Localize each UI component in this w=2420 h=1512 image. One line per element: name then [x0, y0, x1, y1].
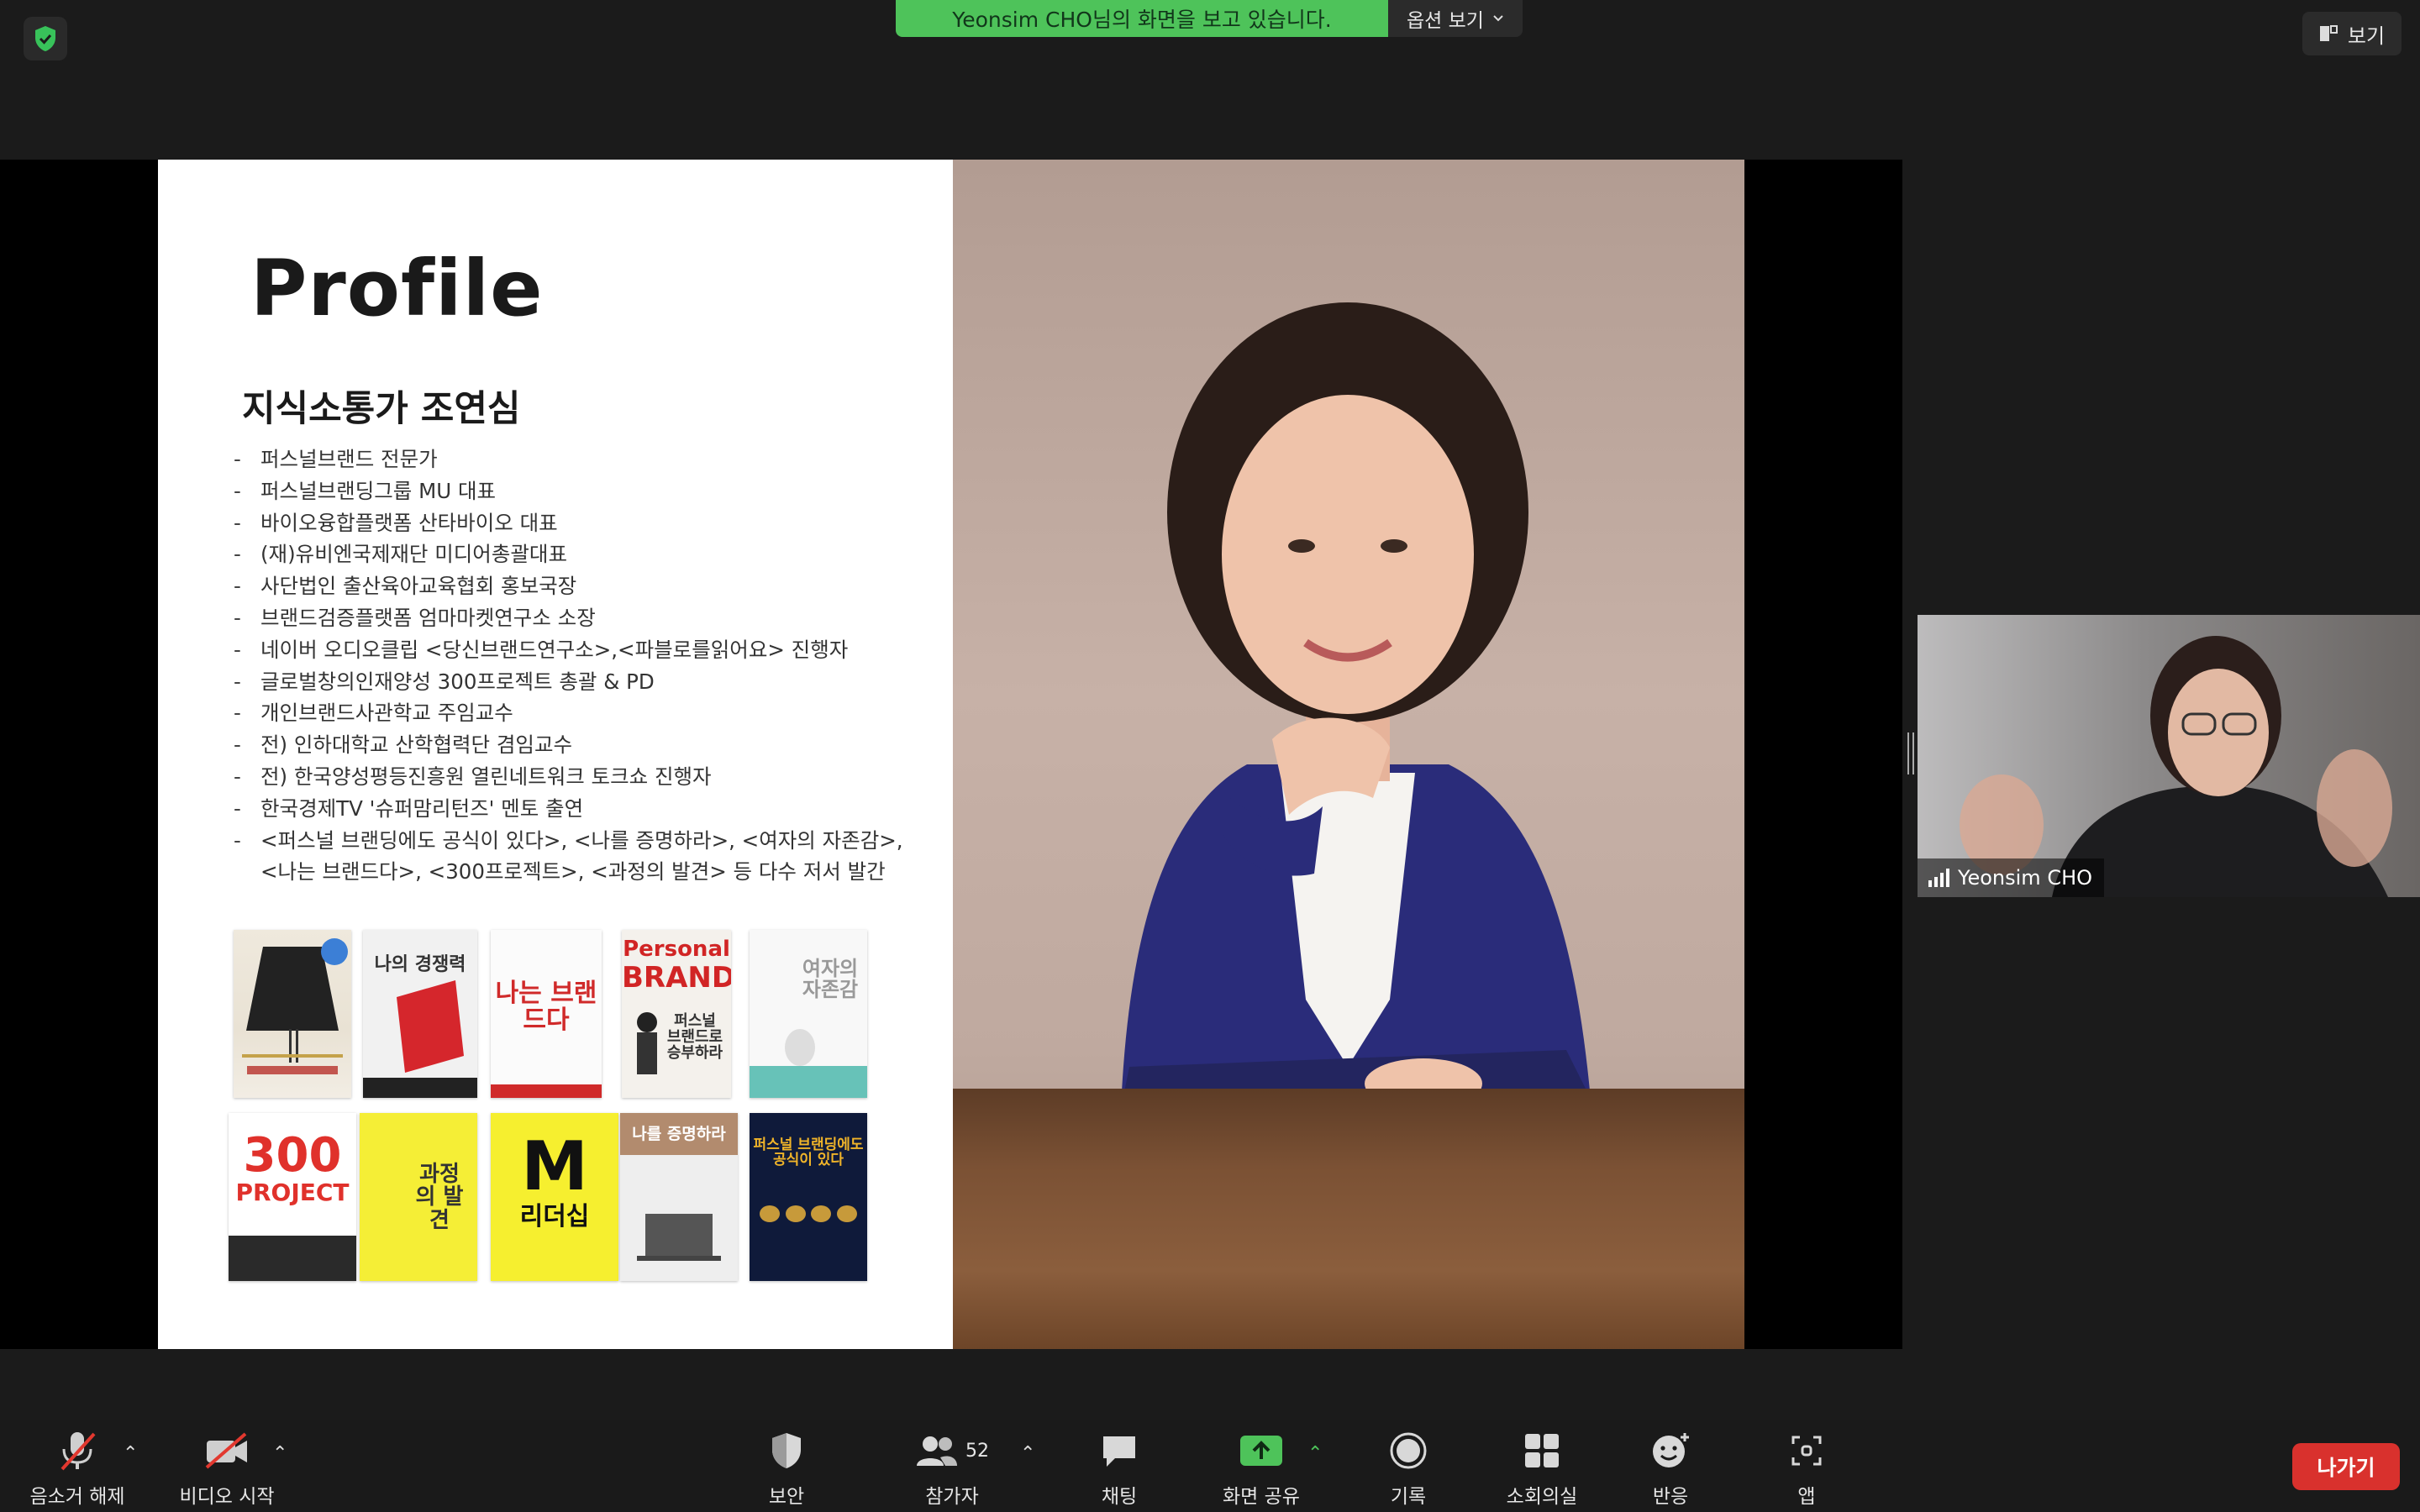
slide-text-panel: Profile 지식소통가 조연심 퍼스널브랜드 전문가 퍼스널브랜딩그룹 MU…: [158, 160, 953, 1349]
participants-label: 참가자: [925, 1486, 979, 1508]
microphone-muted-icon: [60, 1432, 96, 1471]
breakout-rooms-label: 소회의실: [1506, 1486, 1578, 1508]
bio-item: 글로벌창의인재양성 300프로젝트 총괄 & PD: [234, 666, 923, 698]
unmute-button[interactable]: 음소거 해제: [25, 1428, 129, 1509]
book-cover: 나는 브랜드다: [491, 930, 602, 1098]
chat-label: 채팅: [1101, 1486, 1138, 1508]
slide-title: Profile: [250, 244, 544, 333]
bio-list: 퍼스널브랜드 전문가 퍼스널브랜딩그룹 MU 대표 바이오융합플랫폼 산타바이오…: [234, 444, 923, 888]
book-covers: 나의 경쟁력 나는 브랜드다 Personal BRAND 퍼스널 브랜드로 승…: [229, 928, 889, 1281]
book-cover: 300 PROJECT: [229, 1113, 356, 1281]
wooden-table: [953, 1089, 1744, 1349]
book-illustration-skirt: [242, 938, 348, 1074]
bio-item: <퍼스널 브랜딩에도 공식이 있다>, <나를 증명하라>, <여자의 자존감>…: [234, 825, 923, 889]
participants-options-caret[interactable]: ⌃: [1020, 1443, 1035, 1464]
shared-screen: Profile 지식소통가 조연심 퍼스널브랜드 전문가 퍼스널브랜딩그룹 MU…: [0, 160, 1902, 1349]
apps-icon: [1791, 1436, 1822, 1466]
view-options-button[interactable]: 옵션 보기: [1388, 0, 1523, 37]
book-title: 나는 브랜드다: [495, 979, 597, 1035]
book-cover: 퍼스널 브랜딩에도 공식이 있다: [750, 1113, 867, 1281]
portrait-photo: [953, 160, 1744, 1349]
record-button[interactable]: 기록: [1366, 1428, 1450, 1509]
bio-item: 전) 한국양성평등진흥원 열린네트워크 토크쇼 진행자: [234, 761, 923, 793]
view-options-label: 옵션 보기: [1407, 10, 1484, 32]
start-video-label: 비디오 시작: [179, 1486, 275, 1508]
book-title: 리더십: [519, 1202, 590, 1231]
book-cover: 과정의 발견: [360, 1113, 477, 1281]
reactions-button[interactable]: 반응: [1628, 1428, 1712, 1509]
bio-item: 전) 인하대학교 산학협력단 겸임교수: [234, 729, 923, 761]
presentation-slide: Profile 지식소통가 조연심 퍼스널브랜드 전문가 퍼스널브랜딩그룹 MU…: [158, 160, 1744, 1349]
chat-bubble-icon: [1103, 1436, 1135, 1467]
breakout-rooms-icon: [1525, 1434, 1559, 1467]
book-cover: M 리더십: [491, 1113, 618, 1281]
video-options-caret[interactable]: ⌃: [272, 1443, 287, 1464]
record-label: 기록: [1390, 1486, 1427, 1508]
book-illustration-redbag: [363, 980, 477, 1098]
emoji-add-icon: [1653, 1433, 1689, 1467]
unmute-label: 음소거 해제: [29, 1486, 125, 1508]
book-cover: [234, 930, 351, 1098]
share-options-caret[interactable]: ⌃: [1307, 1443, 1323, 1464]
layout-view-icon: [2319, 25, 2338, 41]
security-label: 보안: [768, 1486, 805, 1508]
share-screen-button[interactable]: 화면 공유: [1215, 1428, 1307, 1509]
signal-bars-icon: [1928, 869, 1949, 887]
book-title: 300: [243, 1128, 342, 1183]
participants-icon: [917, 1436, 957, 1466]
security-button[interactable]: 보안: [743, 1428, 830, 1509]
shield-icon: [772, 1433, 801, 1468]
bio-item: (재)유비엔국제재단 미디어총괄대표: [234, 538, 923, 570]
sharing-banner: Yeonsim CHO님의 화면을 보고 있습니다. 옵션 보기: [896, 0, 1523, 37]
book-title: M: [521, 1127, 588, 1205]
participant-name-label: Yeonsim CHO: [1918, 858, 2105, 897]
view-button[interactable]: 보기: [2302, 12, 2402, 55]
book-title: 과정의 발견: [415, 1162, 464, 1233]
leave-button[interactable]: 나가기: [2292, 1443, 2400, 1490]
participant-name: Yeonsim CHO: [1958, 866, 2093, 890]
apps-button[interactable]: 앱: [1771, 1428, 1842, 1509]
book-title: 퍼스널 브랜딩에도 공식이 있다: [753, 1137, 864, 1168]
participant-video-illustration: [1960, 636, 2392, 897]
bio-item: 퍼스널브랜딩그룹 MU 대표: [234, 475, 923, 507]
book-cover: 나의 경쟁력: [363, 930, 477, 1098]
bio-item: 퍼스널브랜드 전문가: [234, 444, 923, 475]
video-camera-off-icon: [205, 1432, 247, 1469]
share-screen-icon: [1240, 1436, 1282, 1466]
book-cover: 나를 증명하라: [620, 1113, 738, 1281]
book-illustration-figure: [637, 1012, 657, 1074]
book-illustration-computer: [637, 1214, 721, 1261]
view-button-label: 보기: [2347, 24, 2386, 48]
book-illustration-face: [785, 1029, 815, 1066]
participants-button[interactable]: 52 참가자: [906, 1428, 998, 1509]
book-cover: Personal BRAND 퍼스널 브랜드로 승부하라: [622, 930, 731, 1098]
book-title: PROJECT: [235, 1179, 350, 1206]
book-cover: 여자의 자존감: [750, 930, 867, 1098]
start-video-button[interactable]: 비디오 시작: [175, 1428, 279, 1509]
breakout-rooms-button[interactable]: 소회의실: [1496, 1428, 1588, 1509]
bio-item: 한국경제TV '슈퍼맘리턴즈' 멘토 출연: [234, 793, 923, 825]
share-screen-label: 화면 공유: [1223, 1486, 1300, 1508]
meeting-toolbar: [0, 1420, 2420, 1512]
slide-subtitle: 지식소통가 조연심: [242, 388, 521, 430]
panel-resize-handle[interactable]: [1907, 732, 1914, 774]
audio-options-caret[interactable]: ⌃: [123, 1443, 138, 1464]
security-shield-icon[interactable]: [24, 17, 67, 60]
chat-button[interactable]: 채팅: [1077, 1428, 1161, 1509]
bio-item: 바이오융합플랫폼 산타바이오 대표: [234, 507, 923, 539]
bio-item: 브랜드검증플랫폼 엄마마켓연구소 소장: [234, 602, 923, 634]
participants-count: 52: [965, 1440, 989, 1462]
participant-video-tile[interactable]: Yeonsim CHO: [1918, 615, 2420, 897]
record-icon: [1390, 1432, 1427, 1469]
bio-item: 개인브랜드사관학교 주임교수: [234, 697, 923, 729]
apps-label: 앱: [1797, 1486, 1816, 1508]
bio-item: 네이버 오디오클립 <당신브랜드연구소>,<파블로를읽어요> 진행자: [234, 634, 923, 666]
reactions-label: 반응: [1652, 1486, 1689, 1508]
bio-item: 사단법인 출산육아교육협회 홍보국장: [234, 570, 923, 602]
sharing-banner-text: Yeonsim CHO님의 화면을 보고 있습니다.: [896, 0, 1388, 37]
chevron-down-icon: [1493, 15, 1503, 22]
